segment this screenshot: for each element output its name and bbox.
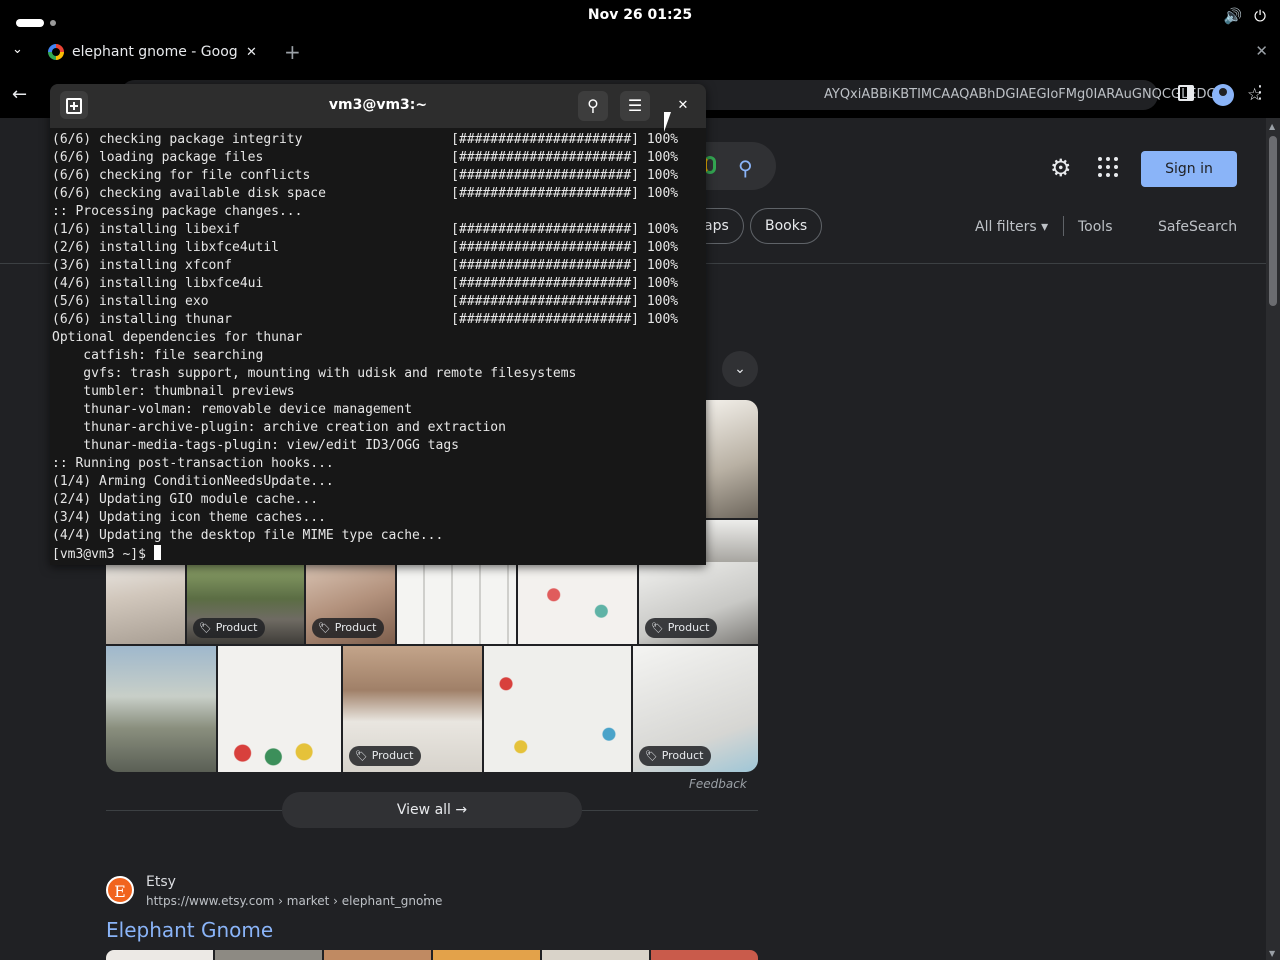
terminal-line: (1/6) installing libexif [##############… (52, 222, 679, 237)
tag-icon: 🏷 (651, 623, 664, 634)
product-tag: 🏷 Product (312, 618, 385, 638)
product-tag: 🏷 Product (645, 618, 718, 638)
terminal-line: thunar-archive-plugin: archive creation … (52, 420, 506, 435)
scrollbar-thumb[interactable] (1269, 136, 1277, 306)
terminal-line: Optional dependencies for thunar (52, 330, 303, 345)
power-icon[interactable]: ⏻ (1254, 7, 1266, 25)
page-scrollbar[interactable]: ▲ ▼ (1266, 118, 1280, 960)
window-close-icon[interactable]: ✕ (1255, 42, 1268, 60)
terminal-prompt-line[interactable]: [vm3@vm3 ~]$ (52, 545, 692, 563)
terminal-line: (4/4) Updating the desktop file MIME typ… (52, 528, 444, 543)
sign-in-button[interactable]: Sign in (1141, 151, 1237, 187)
new-tab-button[interactable]: + (284, 40, 301, 64)
image-result[interactable] (706, 400, 758, 518)
image-result[interactable] (518, 562, 637, 644)
tag-icon: 🏷 (318, 623, 331, 634)
feedback-link[interactable]: Feedback (689, 777, 747, 791)
terminal-line: (2/4) Updating GIO module cache... (52, 492, 319, 507)
safesearch-button[interactable]: SafeSearch (1158, 219, 1237, 235)
terminal-line: (6/6) loading package files [###########… (52, 150, 679, 165)
terminal-line: (2/6) installing libxfce4util [#########… (52, 240, 679, 255)
search-icon[interactable]: ⚲ (578, 91, 608, 121)
tag-icon: 🏷 (199, 623, 212, 634)
profile-avatar-icon[interactable] (1212, 84, 1234, 106)
terminal-line: (6/6) installing thunar [###############… (52, 312, 679, 327)
tab-search-chevron-icon[interactable]: ⌄ (12, 42, 23, 57)
scroll-up-icon[interactable]: ▲ (1269, 122, 1275, 131)
url-text[interactable]: AYQxiABBiKBTIMCAAQABhDGIAEGIoFMg0IARAuGN… (824, 87, 1233, 102)
back-arrow-icon[interactable]: ← (12, 84, 27, 105)
image-result[interactable]: 🏷 Product (306, 562, 395, 644)
clock[interactable]: Nov 26 01:25 (0, 7, 1280, 23)
image-result[interactable]: 🏷 Product (187, 562, 304, 644)
product-tag: 🏷 Product (639, 746, 712, 766)
side-panel-icon[interactable] (1178, 85, 1194, 101)
result-site-name[interactable]: Etsy (146, 874, 176, 890)
image-result[interactable]: 🏷 Product (639, 562, 758, 644)
shell-prompt: [vm3@vm3 ~]$ (52, 547, 154, 562)
terminal-line: (6/6) checking available disk space [###… (52, 186, 679, 201)
product-tag: 🏷 Product (193, 618, 266, 638)
result-url[interactable]: https://www.etsy.com › market › elephant… (146, 894, 442, 908)
terminal-line: (4/6) installing libxfce4ui [###########… (52, 276, 679, 291)
terminal-line: catfish: file searching (52, 348, 264, 363)
google-apps-icon[interactable] (1098, 157, 1118, 177)
product-tag: 🏷 Product (349, 746, 422, 766)
terminal-line: (5/6) installing exo [##################… (52, 294, 679, 309)
terminal-line: :: Processing package changes... (52, 204, 303, 219)
system-tray[interactable]: 🔊 ⏻ (1223, 7, 1266, 25)
all-filters-dropdown[interactable]: All filters ▾ (975, 219, 1048, 235)
text-cursor (153, 545, 161, 560)
tag-icon: 🏷 (355, 751, 368, 762)
image-result[interactable] (106, 646, 216, 772)
terminal-output[interactable]: (6/6) checking package integrity [######… (52, 131, 692, 565)
tag-icon: 🏷 (645, 751, 658, 762)
terminal-window[interactable]: vm3@vm3:~ ⚲ ☰ ✕ (6/6) checking package i… (50, 84, 706, 565)
gnome-top-bar: Nov 26 01:25 🔊 ⏻ (0, 0, 1280, 32)
terminal-line: tumbler: thumbnail previews (52, 384, 295, 399)
tools-button[interactable]: Tools (1078, 219, 1113, 235)
filter-divider (1063, 216, 1064, 236)
google-favicon-icon (48, 44, 64, 60)
terminal-line: (6/6) checking package integrity [######… (52, 132, 679, 147)
terminal-line: (6/6) checking for file conflicts [#####… (52, 168, 679, 183)
image-result[interactable]: 🏷 Product (633, 646, 758, 772)
tab-title: elephant gnome - Google Search (72, 44, 238, 60)
image-result[interactable]: 🏷 Product (343, 646, 482, 772)
terminal-line: thunar-volman: removable device manageme… (52, 402, 413, 417)
terminal-line: (3/6) installing xfconf [###############… (52, 258, 679, 273)
scroll-down-icon[interactable]: ▼ (1269, 949, 1275, 958)
filter-chip-books[interactable]: Books (750, 208, 823, 244)
volume-icon[interactable]: 🔊 (1223, 7, 1242, 25)
tab-close-icon[interactable]: ✕ (246, 45, 257, 60)
image-result[interactable] (706, 520, 758, 562)
result-more-icon[interactable]: ⋮ (418, 892, 432, 908)
browser-tab-active[interactable]: elephant gnome - Google Search ✕ (38, 32, 270, 72)
mouse-cursor-icon (663, 111, 678, 133)
image-result[interactable] (484, 646, 631, 772)
etsy-logo-icon[interactable]: E (106, 876, 134, 904)
terminal-line: gvfs: trash support, mounting with udisk… (52, 366, 577, 381)
image-result[interactable] (106, 562, 185, 644)
gear-icon[interactable]: ⚙ (1050, 154, 1072, 182)
browser-tab-strip: ⌄ elephant gnome - Google Search ✕ + ✕ (0, 32, 1280, 72)
search-icon[interactable]: ⚲ (738, 156, 753, 180)
terminal-line: :: Running post-transaction hooks... (52, 456, 334, 471)
terminal-headerbar[interactable]: vm3@vm3:~ ⚲ ☰ ✕ (50, 84, 706, 128)
terminal-line: (1/4) Arming ConditionNeedsUpdate... (52, 474, 334, 489)
image-result[interactable] (397, 562, 516, 644)
hamburger-menu-icon[interactable]: ☰ (620, 91, 650, 121)
result-image-strip[interactable] (106, 950, 758, 960)
chrome-menu-icon[interactable]: ⋮ (1251, 82, 1269, 103)
terminal-line: thunar-media-tags-plugin: view/edit ID3/… (52, 438, 459, 453)
terminal-line: (3/4) Updating icon theme caches... (52, 510, 326, 525)
result-title-link[interactable]: Elephant Gnome (106, 918, 273, 942)
image-result[interactable] (218, 646, 341, 772)
expand-chevron-button[interactable]: ⌄ (722, 351, 758, 387)
view-all-button[interactable]: View all → (282, 792, 582, 828)
